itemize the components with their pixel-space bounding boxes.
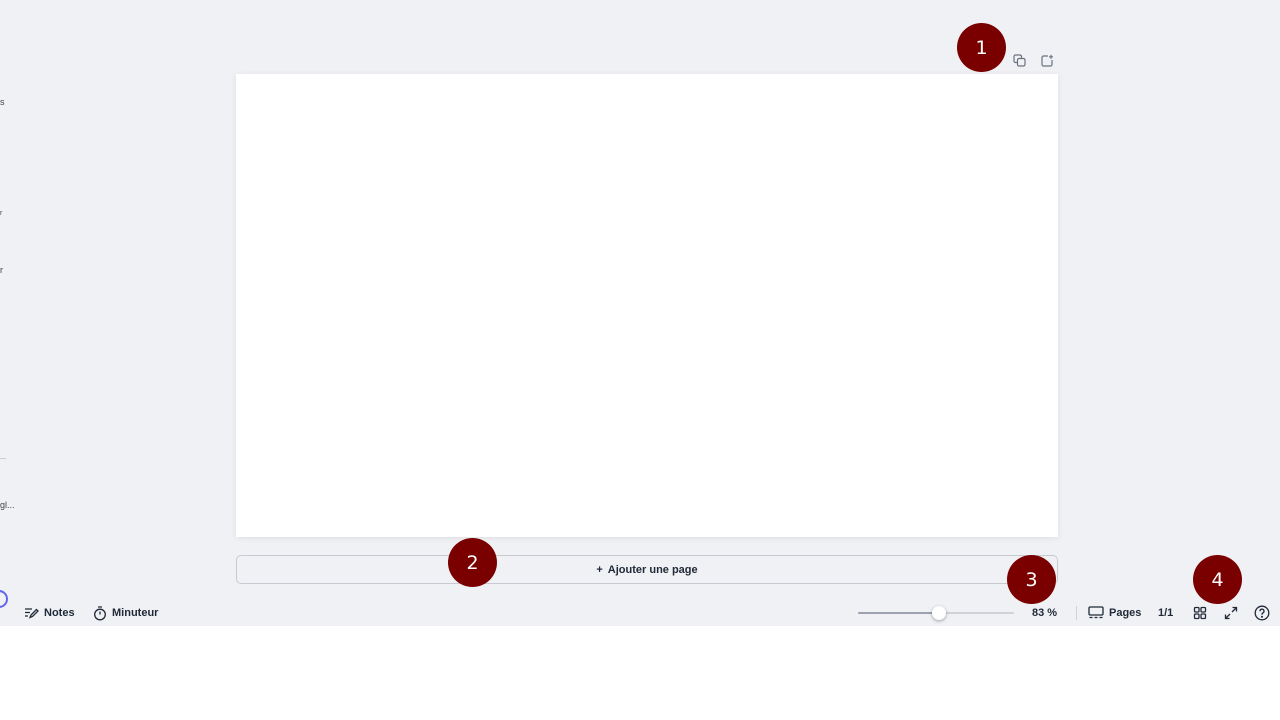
notes-label: Notes [44, 607, 75, 619]
grid-view-button[interactable] [1193, 604, 1207, 622]
sidebar-fragment[interactable]: r [0, 265, 3, 275]
page-counter-text: 1/1 [1158, 607, 1174, 619]
page-counter: 1/1 [1158, 604, 1173, 622]
pages-label: Pages [1109, 607, 1142, 619]
pages-button[interactable]: Pages [1088, 604, 1141, 622]
bottom-toolbar: Notes Minuteur 83 % Pages 1/1 [0, 600, 1280, 626]
annotation-marker-1: 1 [957, 23, 1006, 72]
annotation-marker-4: 4 [1193, 555, 1242, 604]
editor-workspace: s r r gl... + Ajouter une page Notes Min… [0, 0, 1280, 626]
timer-button[interactable]: Minuteur [93, 604, 158, 622]
zoom-value: 83 % [1032, 607, 1058, 619]
pages-icon [1088, 606, 1104, 619]
fullscreen-button[interactable] [1224, 604, 1238, 622]
design-page[interactable] [236, 74, 1058, 537]
zoom-slider-thumb[interactable] [932, 606, 947, 620]
zoom-value-button[interactable]: 83 % [1032, 604, 1057, 622]
notes-button[interactable]: Notes [24, 604, 75, 622]
add-page-label: Ajouter une page [607, 563, 698, 576]
zoom-slider-fill [858, 612, 940, 614]
plus-icon: + [596, 563, 603, 576]
timer-label: Minuteur [112, 607, 159, 619]
duplicate-page-icon[interactable] [1011, 52, 1027, 68]
toolbar-divider [1076, 606, 1077, 620]
timer-icon [94, 605, 106, 620]
add-page-button[interactable]: + Ajouter une page [236, 555, 1058, 584]
sidebar-fragment[interactable]: s [0, 97, 5, 107]
annotation-marker-2: 2 [448, 538, 497, 587]
help-button[interactable] [1254, 604, 1270, 622]
sidebar-fragment[interactable]: gl... [0, 500, 15, 510]
add-page-icon[interactable] [1039, 52, 1055, 68]
notes-icon [25, 608, 39, 619]
sidebar-fragment[interactable]: r [0, 209, 2, 219]
fullscreen-icon [1224, 606, 1238, 620]
grid-view-icon [1193, 606, 1207, 620]
annotation-marker-3: 3 [1007, 555, 1056, 604]
help-icon [1254, 605, 1270, 621]
zoom-slider[interactable] [858, 606, 1014, 620]
sidebar-divider [0, 458, 6, 459]
